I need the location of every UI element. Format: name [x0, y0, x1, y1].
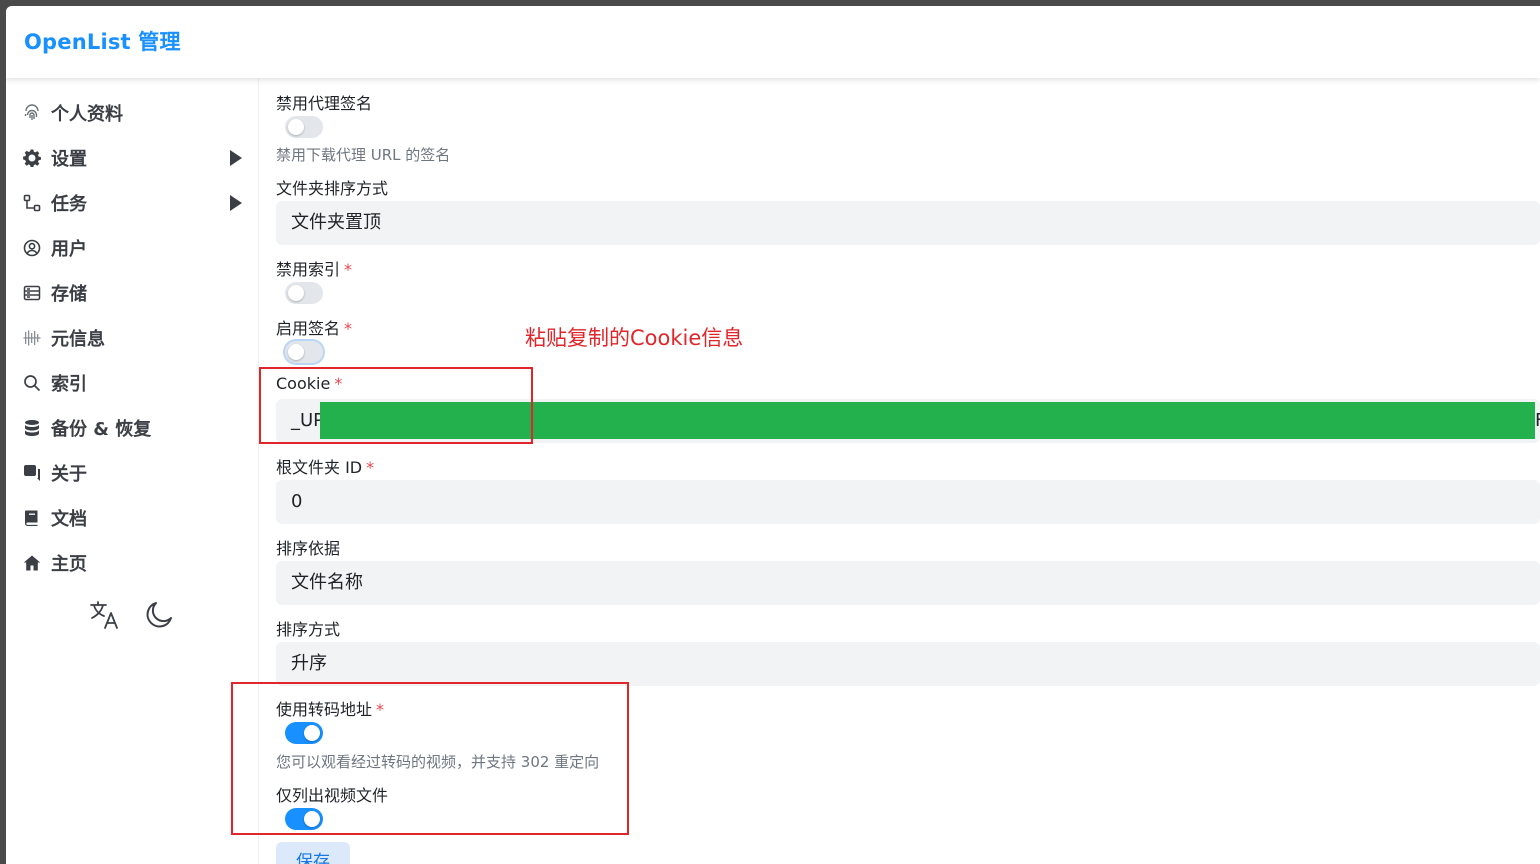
user-circle-icon [22, 238, 42, 258]
disable-proxy-sign-label: 禁用代理签名 [276, 94, 373, 113]
storage-icon [22, 283, 42, 303]
home-icon [22, 553, 42, 573]
cookie-value-suffix: F [1535, 399, 1540, 443]
sidebar-item-settings[interactable]: 设置 [22, 143, 242, 173]
sidebar-item-label: 设置 [51, 149, 87, 170]
fingerprint-icon [22, 103, 42, 123]
toggle-knob [288, 119, 304, 135]
enable-sign-label: 启用签名 * [276, 315, 352, 339]
toggle-knob [288, 344, 304, 360]
order-by-select[interactable]: 文件名称 [276, 561, 1540, 605]
save-button[interactable]: 保存 [276, 842, 350, 864]
sidebar-item-storage[interactable]: 存储 [22, 278, 242, 308]
required-mark: * [366, 458, 375, 477]
sidebar-item-metadata[interactable]: 元信息 [22, 323, 242, 353]
sidebar-item-tasks[interactable]: 任务 [22, 188, 242, 218]
sidebar-item-index[interactable]: 索引 [22, 368, 242, 398]
app-title[interactable]: OpenList 管理 [24, 26, 181, 56]
sidebar-item-backup-restore[interactable]: 备份 & 恢复 [22, 413, 242, 443]
folder-sort-label: 文件夹排序方式 [276, 179, 389, 198]
folder-sort-select[interactable]: 文件夹置顶 [276, 201, 1540, 245]
search-icon [22, 373, 42, 393]
root-folder-id-label: 根文件夹 ID * [276, 454, 374, 478]
disable-index-label: 禁用索引 * [276, 256, 352, 280]
book-icon [22, 508, 42, 528]
sidebar-item-label: 备份 & 恢复 [51, 419, 152, 440]
sidebar-item-label: 关于 [51, 464, 87, 485]
sidebar-item-label: 文档 [51, 509, 87, 530]
order-by-label: 排序依据 [276, 539, 341, 558]
disable-index-toggle[interactable] [285, 282, 323, 304]
sidebar-item-label: 个人资料 [51, 104, 123, 125]
enable-sign-toggle[interactable] [285, 341, 323, 363]
label-text: 启用签名 [276, 319, 341, 338]
cookie-annotation-box [259, 367, 533, 444]
metadata-icon [22, 328, 42, 348]
app-window: OpenList 管理 个人资料 设置 任务 用户 存储 元信息 索引 备份 &… [6, 6, 1540, 864]
transcode-annotation-box [231, 682, 629, 835]
moon-icon[interactable] [142, 598, 176, 632]
about-icon [22, 463, 42, 483]
disable-proxy-sign-hint: 禁用下载代理 URL 的签名 [276, 146, 451, 164]
database-icon [22, 418, 42, 438]
chevron-right-icon [230, 150, 242, 166]
required-mark: * [344, 260, 353, 279]
chevron-right-icon [230, 195, 242, 211]
sidebar-item-profile[interactable]: 个人资料 [22, 98, 242, 128]
sidebar-item-label: 存储 [51, 284, 87, 305]
required-mark: * [344, 319, 353, 338]
cookie-annotation-text: 粘贴复制的Cookie信息 [525, 326, 744, 350]
label-text: 根文件夹 ID [276, 458, 363, 477]
disable-proxy-sign-toggle[interactable] [285, 116, 323, 138]
sidebar-item-label: 主页 [51, 554, 87, 575]
sidebar: 个人资料 设置 任务 用户 存储 元信息 索引 备份 & 恢复 关于 文档 主页 [6, 78, 259, 864]
sidebar-item-label: 索引 [51, 374, 87, 395]
top-header: OpenList 管理 [6, 6, 1540, 78]
root-folder-id-input[interactable]: 0 [276, 480, 1540, 524]
gear-icon [22, 148, 42, 168]
order-direction-label: 排序方式 [276, 620, 341, 639]
sidebar-item-users[interactable]: 用户 [22, 233, 242, 263]
order-direction-select[interactable]: 升序 [276, 642, 1540, 686]
sidebar-item-label: 任务 [51, 194, 87, 215]
label-text: 禁用索引 [276, 260, 341, 279]
sidebar-item-about[interactable]: 关于 [22, 458, 242, 488]
translate-icon[interactable] [88, 598, 122, 632]
task-tree-icon [22, 193, 42, 213]
sidebar-item-label: 用户 [51, 239, 87, 260]
sidebar-item-label: 元信息 [51, 329, 105, 350]
sidebar-item-home[interactable]: 主页 [22, 548, 242, 578]
toggle-knob [288, 285, 304, 301]
sidebar-item-docs[interactable]: 文档 [22, 503, 242, 533]
